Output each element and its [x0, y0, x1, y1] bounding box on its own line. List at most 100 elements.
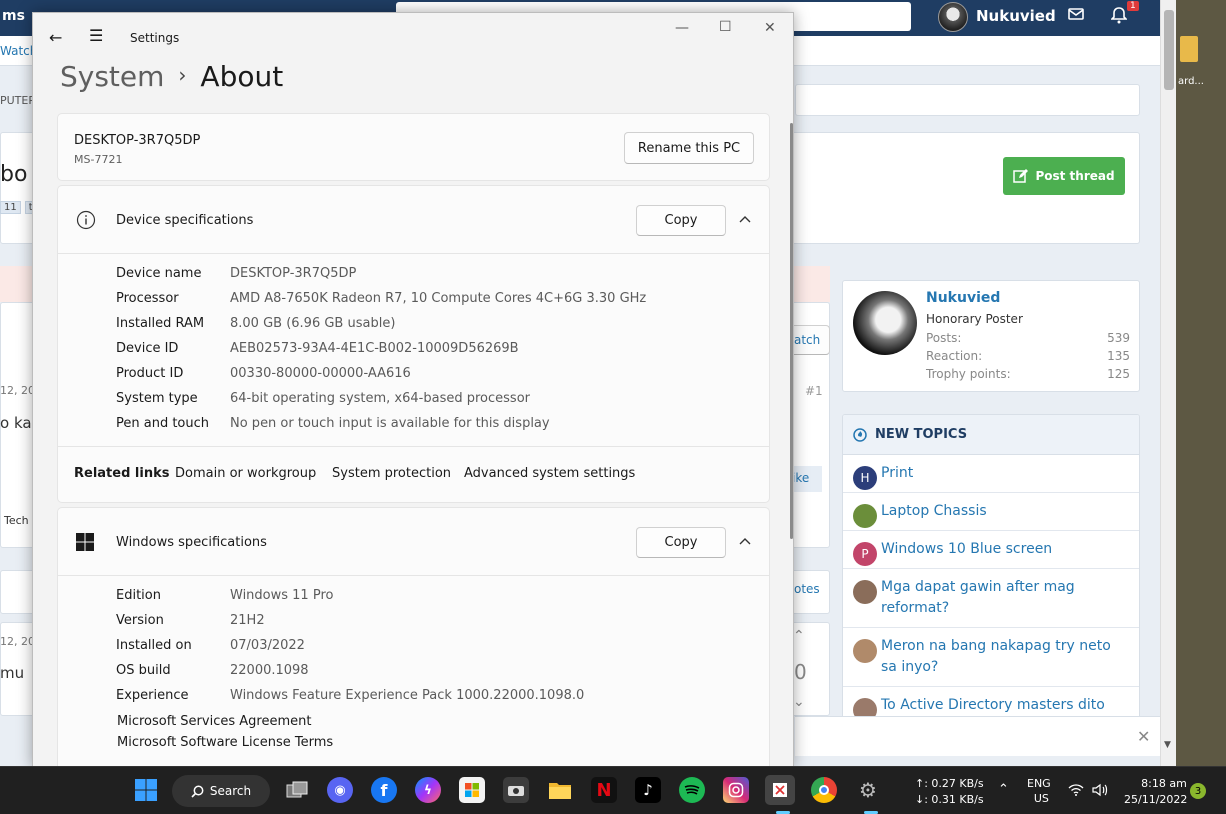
post-number[interactable]: #1: [805, 384, 823, 398]
forum-nav-partial[interactable]: ms: [2, 8, 25, 24]
device-specs-header[interactable]: Device specifications Copy: [58, 186, 769, 254]
signature-partial: Tech: [4, 514, 29, 527]
chevron-up-icon[interactable]: [739, 212, 751, 226]
spec-value: AEB02573-93A4-4E1C-B002-10009D56269B: [230, 341, 519, 356]
clock-time[interactable]: 8:18 am: [1139, 776, 1189, 791]
notification-count-badge[interactable]: 3: [1190, 783, 1206, 799]
topic-title[interactable]: Print: [881, 465, 913, 481]
net-upload-speed: ↑: 0.27 KB/s: [915, 777, 984, 790]
close-icon[interactable]: ✕: [764, 20, 776, 36]
advanced-system-settings-link[interactable]: Advanced system settings: [464, 466, 635, 481]
camera-icon[interactable]: [503, 777, 529, 803]
close-icon[interactable]: ✕: [1137, 727, 1150, 746]
upvote-icon[interactable]: ⌃: [793, 628, 805, 644]
avatar[interactable]: [853, 504, 877, 528]
topic-title[interactable]: Mga dapat gawin after mag reformat?: [881, 579, 1075, 616]
post-thread-button[interactable]: Post thread: [1003, 157, 1125, 195]
avatar[interactable]: P: [853, 542, 877, 566]
spec-label: Device ID: [116, 341, 179, 356]
spotify-icon[interactable]: [679, 777, 705, 803]
forum-search-panel[interactable]: [795, 84, 1140, 116]
avatar[interactable]: H: [853, 466, 877, 490]
wifi-icon[interactable]: [1068, 784, 1084, 800]
topic-title[interactable]: Windows 10 Blue screen: [881, 541, 1052, 557]
spec-label: OS build: [116, 663, 171, 678]
scroll-down-icon[interactable]: ▼: [1164, 740, 1171, 750]
netflix-icon[interactable]: N: [591, 777, 617, 803]
tiktok-icon[interactable]: ♪: [635, 777, 661, 803]
desktop-strip: ard...: [1176, 0, 1226, 766]
thread-title-partial: bo: [0, 162, 28, 187]
taskbar-search-button[interactable]: Search: [172, 775, 270, 807]
windows-logo-icon: [76, 533, 94, 555]
avatar[interactable]: [853, 639, 877, 663]
desktop-item-label[interactable]: ard...: [1178, 76, 1204, 87]
system-protection-link[interactable]: System protection: [332, 466, 451, 481]
topic-list-item[interactable]: Meron na bang nakapag try neto sa inyo?: [843, 628, 1139, 687]
store-icon[interactable]: [459, 777, 485, 803]
spec-value: Windows 11 Pro: [230, 588, 334, 603]
file-explorer-icon[interactable]: [547, 777, 573, 803]
task-view-icon[interactable]: [284, 777, 310, 803]
minimize-icon[interactable]: —: [675, 20, 689, 36]
maximize-icon[interactable]: ☐: [719, 19, 732, 35]
like-label: ike: [792, 471, 810, 485]
settings-icon[interactable]: ⚙: [855, 777, 881, 803]
chevron-up-icon[interactable]: [739, 534, 751, 548]
settings-scrollbar[interactable]: [790, 123, 793, 539]
scrollbar-thumb[interactable]: [1164, 10, 1174, 90]
breadcrumb-partial[interactable]: PUTER: [0, 94, 36, 107]
discord-icon[interactable]: ◉: [327, 777, 353, 803]
topic-list-item[interactable]: P Windows 10 Blue screen: [843, 531, 1139, 569]
license-terms-link[interactable]: Microsoft Software License Terms: [117, 735, 333, 750]
bell-icon[interactable]: [1110, 6, 1128, 28]
chevron-up-icon[interactable]: ⌃: [998, 782, 1009, 797]
breadcrumb-parent[interactable]: System: [60, 60, 164, 93]
hamburger-menu-icon[interactable]: ☰: [89, 26, 103, 45]
facebook-icon[interactable]: f: [371, 777, 397, 803]
rename-pc-button[interactable]: Rename this PC: [624, 132, 754, 164]
avatar[interactable]: [938, 2, 968, 32]
messenger-icon[interactable]: ϟ: [415, 777, 441, 803]
topic-title[interactable]: To Active Directory masters dito: [881, 697, 1105, 713]
copy-button[interactable]: Copy: [636, 527, 726, 558]
like-button-partial[interactable]: ike: [792, 466, 822, 492]
language-indicator[interactable]: ENG US: [1027, 776, 1051, 806]
topic-title[interactable]: Laptop Chassis: [881, 503, 987, 519]
browser-scrollbar[interactable]: ▼: [1160, 0, 1176, 766]
chrome-icon[interactable]: [811, 777, 837, 803]
taskbar-search-label: Search: [209, 784, 252, 798]
watch-button-partial[interactable]: atch: [788, 325, 830, 355]
topic-title[interactable]: Meron na bang nakapag try neto sa inyo?: [881, 638, 1111, 675]
start-icon[interactable]: [133, 777, 159, 803]
forum-username[interactable]: Nukuvied: [976, 7, 1056, 25]
spec-value: 8.00 GB (6.96 GB usable): [230, 316, 396, 331]
downvote-icon[interactable]: ⌄: [793, 694, 805, 710]
back-arrow-icon[interactable]: ←: [49, 28, 62, 47]
profile-name[interactable]: Nukuvied: [926, 290, 1000, 306]
avatar[interactable]: [853, 580, 877, 604]
avatar[interactable]: [853, 291, 917, 355]
watch-button-label: atch: [794, 333, 821, 347]
snipping-tool-icon[interactable]: [765, 775, 795, 805]
topic-list-item[interactable]: Mga dapat gawin after mag reformat?: [843, 569, 1139, 628]
instagram-icon[interactable]: [723, 777, 749, 803]
new-topics-panel: NEW TOPICS H Print Laptop Chassis P Windows …: [842, 414, 1140, 744]
envelope-icon[interactable]: [1068, 6, 1084, 26]
spec-value: Windows Feature Experience Pack 1000.220…: [230, 688, 585, 703]
spec-label: Version: [116, 613, 164, 628]
votes-link-partial[interactable]: otes: [794, 582, 820, 596]
services-agreement-link[interactable]: Microsoft Services Agreement: [117, 714, 311, 729]
windows-specs-header[interactable]: Windows specifications Copy: [58, 508, 769, 576]
copy-button[interactable]: Copy: [636, 205, 726, 236]
folder-icon[interactable]: [1180, 36, 1198, 62]
spec-label: Installed RAM: [116, 316, 205, 331]
clock-date[interactable]: 25/11/2022: [1124, 792, 1187, 807]
topic-list-item[interactable]: Laptop Chassis: [843, 493, 1139, 531]
pc-model: MS-7721: [74, 153, 123, 166]
topic-list-item[interactable]: H Print: [843, 455, 1139, 493]
tag-item[interactable]: 11: [0, 201, 21, 214]
copy-label: Copy: [664, 535, 698, 550]
volume-icon[interactable]: [1092, 783, 1108, 801]
domain-workgroup-link[interactable]: Domain or workgroup: [175, 466, 316, 481]
